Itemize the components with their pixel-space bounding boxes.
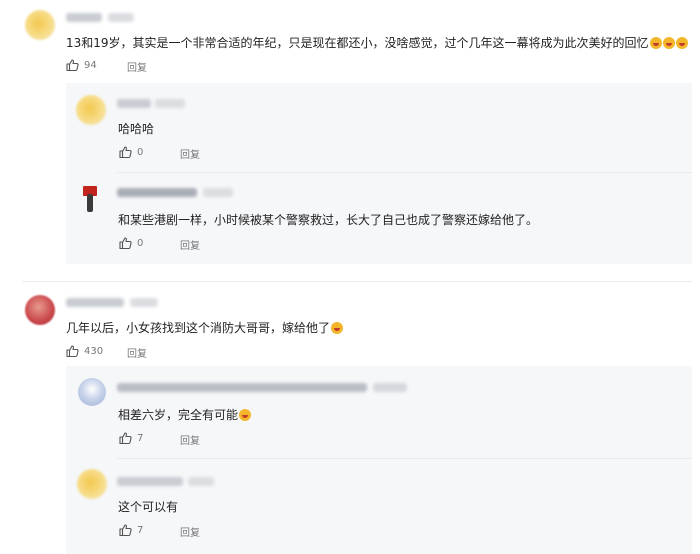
like-count: 94 <box>84 59 97 71</box>
like-button[interactable]: 7 <box>119 432 143 444</box>
avatar[interactable] <box>80 186 100 212</box>
like-count: 430 <box>84 345 104 357</box>
laughing-emoji-icon <box>649 37 662 49</box>
reply-text: 相差六岁，完全有可能 <box>118 407 252 423</box>
divider <box>117 458 692 459</box>
comment-text: 几年以后，小女孩找到这个消防大哥哥，嫁给他了 <box>66 320 344 336</box>
reply-button[interactable]: 回复 <box>180 524 200 539</box>
reply-text: 和某些港剧一样，小时候被某个警察救过，长大了自己也成了警察还嫁给他了。 <box>118 213 539 227</box>
username-blurred[interactable] <box>117 477 183 486</box>
like-button[interactable]: 0 <box>119 237 143 249</box>
divider <box>22 281 692 282</box>
like-button[interactable]: 0 <box>119 146 143 158</box>
thumbs-up-icon <box>119 432 132 444</box>
thumbs-up-icon <box>119 237 132 249</box>
username-blurred[interactable] <box>117 99 151 108</box>
timestamp-blurred <box>373 383 407 392</box>
like-button[interactable]: 94 <box>66 59 97 71</box>
username-blurred[interactable] <box>66 298 124 307</box>
thumbs-up-icon <box>66 59 79 71</box>
timestamp-blurred <box>155 99 185 108</box>
like-button[interactable]: 430 <box>66 345 103 357</box>
thumbs-up-icon <box>66 345 79 357</box>
avatar[interactable] <box>76 95 106 125</box>
avatar[interactable] <box>25 295 55 325</box>
reply-button[interactable]: 回复 <box>180 146 200 161</box>
reply-button[interactable]: 回复 <box>127 345 147 360</box>
username-blurred[interactable] <box>66 13 102 22</box>
timestamp-blurred <box>130 298 158 307</box>
avatar[interactable] <box>77 469 107 499</box>
divider <box>117 172 692 173</box>
timestamp-blurred <box>108 13 134 22</box>
reply-thread <box>66 366 692 554</box>
laughing-emoji-icon <box>662 37 675 49</box>
like-count: 7 <box>137 432 144 444</box>
reply-button[interactable]: 回复 <box>180 237 200 252</box>
reply-text: 这个可以有 <box>118 500 179 514</box>
like-count: 0 <box>137 146 144 158</box>
laughing-emoji-icon <box>239 409 252 421</box>
like-count: 7 <box>137 524 144 536</box>
avatar[interactable] <box>78 378 106 406</box>
comment-text: 13和19岁，其实是一个非常合适的年纪，只是现在都还小，没啥感觉，过个几年这一幕… <box>66 35 688 51</box>
like-count: 0 <box>137 237 144 249</box>
reply-button[interactable]: 回复 <box>180 432 200 447</box>
like-button[interactable]: 7 <box>119 524 143 536</box>
reply-text: 哈哈哈 <box>118 122 155 136</box>
reply-button[interactable]: 回复 <box>127 59 147 74</box>
username-blurred[interactable] <box>117 383 367 392</box>
laughing-emoji-icon <box>675 37 688 49</box>
thumbs-up-icon <box>119 146 132 158</box>
reply-thread <box>66 83 692 264</box>
username-blurred[interactable] <box>117 188 197 197</box>
timestamp-blurred <box>188 477 214 486</box>
blushing-emoji-icon <box>331 322 344 334</box>
timestamp-blurred <box>203 188 233 197</box>
thumbs-up-icon <box>119 524 132 536</box>
avatar[interactable] <box>25 10 55 40</box>
